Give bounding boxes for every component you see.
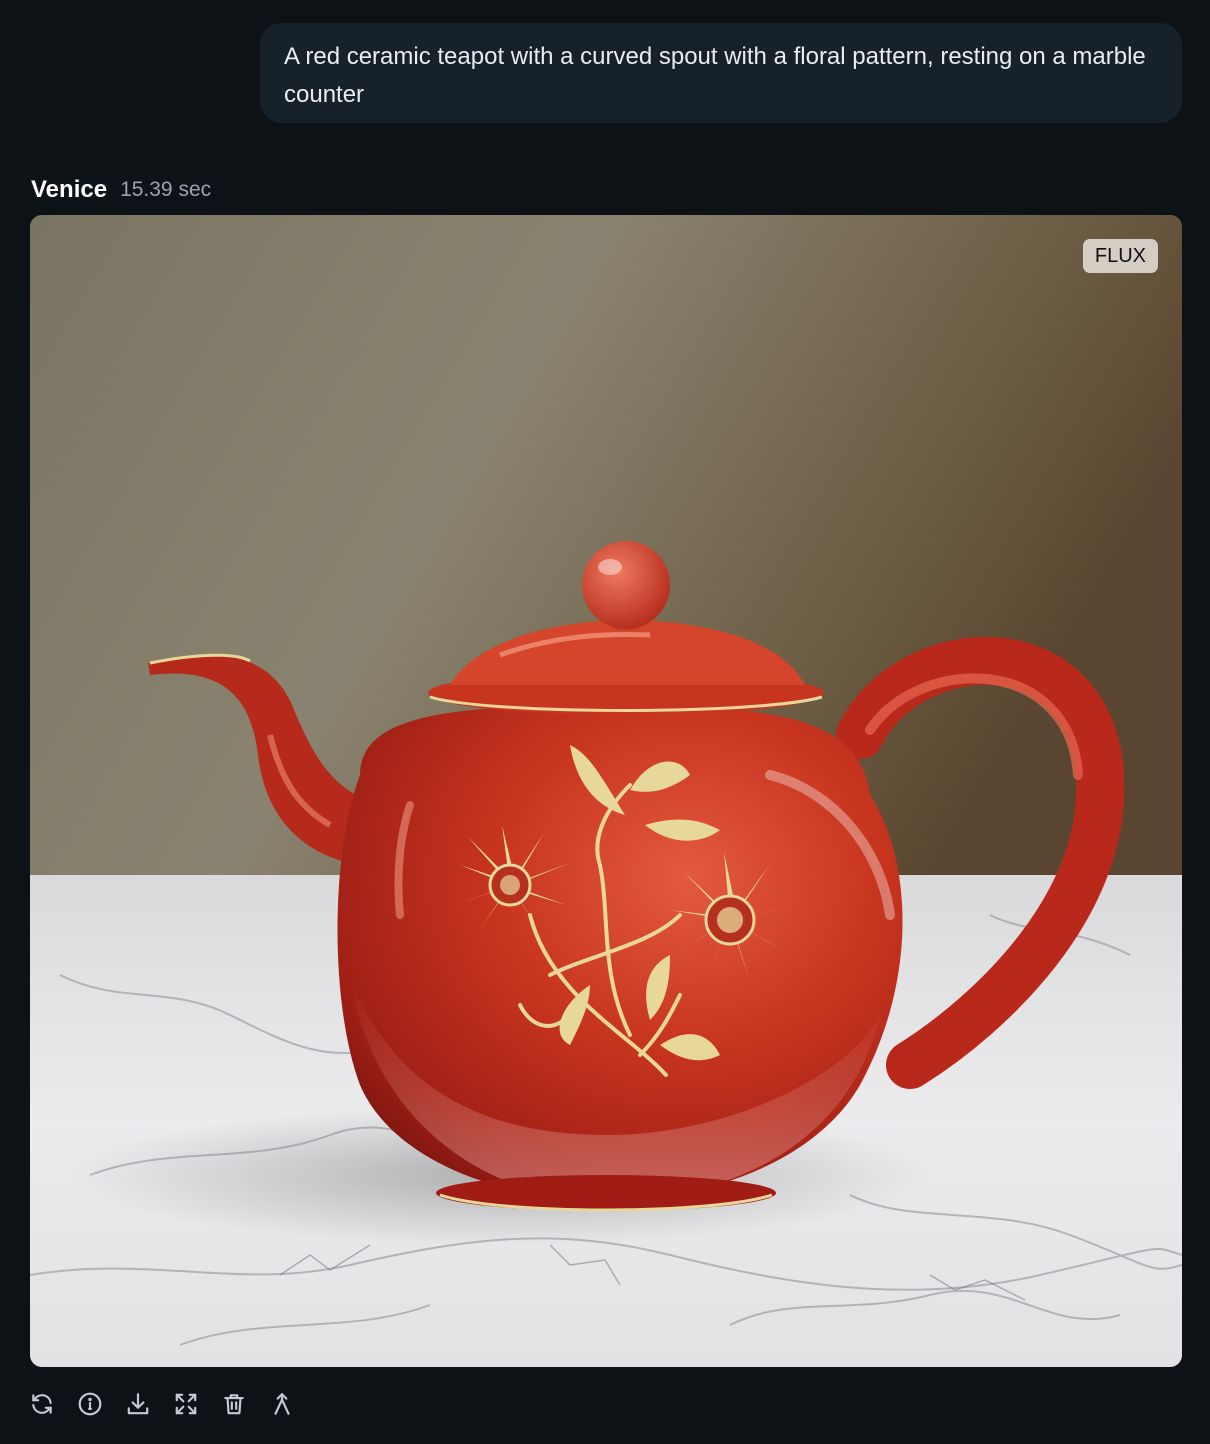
upscale-button[interactable]	[266, 1386, 298, 1422]
expand-button[interactable]	[170, 1386, 202, 1422]
trash-icon	[224, 1394, 244, 1415]
reply-header: Venice 15.39 sec	[31, 172, 211, 208]
download-icon	[127, 1393, 149, 1415]
chat-page: A red ceramic teapot with a curved spout…	[0, 0, 1210, 1444]
generated-image[interactable]: FLUX	[30, 215, 1182, 1367]
user-prompt-bubble: A red ceramic teapot with a curved spout…	[260, 23, 1182, 123]
info-button[interactable]	[74, 1386, 106, 1422]
refresh-icon	[32, 1394, 52, 1414]
teapot-image	[30, 215, 1182, 1367]
info-icon	[78, 1392, 102, 1416]
expand-icon	[175, 1393, 197, 1415]
download-button[interactable]	[122, 1386, 154, 1422]
delete-button[interactable]	[218, 1386, 250, 1422]
generation-time: 15.39 sec	[120, 178, 212, 201]
image-action-bar	[26, 1386, 298, 1422]
user-prompt-text: A red ceramic teapot with a curved spout…	[284, 43, 1146, 108]
regenerate-button[interactable]	[26, 1386, 58, 1422]
upscale-icon	[274, 1393, 290, 1415]
assistant-name: Venice	[31, 176, 108, 203]
model-badge: FLUX	[1082, 239, 1158, 273]
